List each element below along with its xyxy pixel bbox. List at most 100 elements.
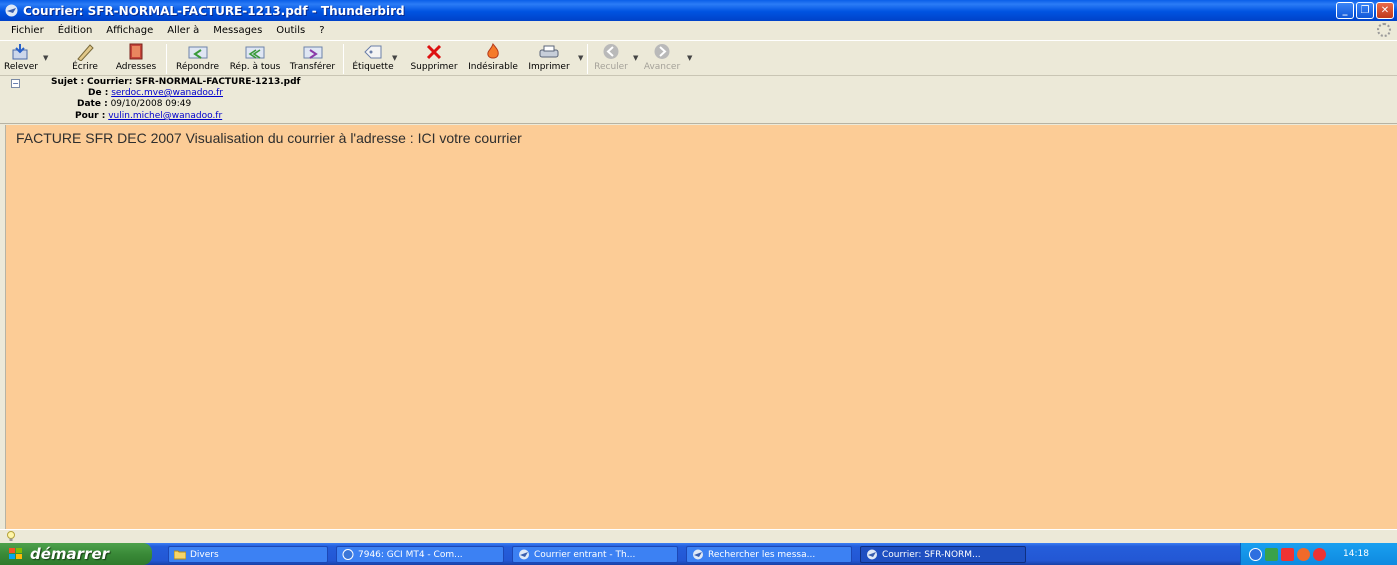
- toolbar-label: Supprimer: [410, 62, 458, 72]
- reply-all-icon: [244, 43, 266, 60]
- tag-icon: [362, 43, 384, 60]
- lightbulb-icon: [7, 531, 15, 541]
- indesirable-button[interactable]: Indésirable: [463, 41, 523, 75]
- message-body-text: FACTURE SFR DEC 2007 Visualisation du co…: [16, 130, 522, 146]
- alert-tray-icon[interactable]: [1313, 547, 1326, 561]
- to-address-link[interactable]: vulin.michel@wanadoo.fr: [108, 111, 222, 121]
- subject-row: Sujet : Courrier: SFR-NORMAL-FACTURE-121…: [51, 77, 300, 87]
- forward-icon: [302, 43, 324, 60]
- app-tray-icon[interactable]: [1265, 547, 1278, 561]
- from-label: De :: [88, 88, 109, 98]
- ecrire-button[interactable]: Écrire: [67, 41, 103, 75]
- menu-messages[interactable]: Messages: [206, 25, 269, 36]
- antivirus-tray-icon[interactable]: [1281, 547, 1294, 561]
- menu-affichage[interactable]: Affichage: [99, 25, 160, 36]
- window-controls: _ ❐ ✕: [1336, 2, 1394, 19]
- toolbar-label: Adresses: [115, 62, 157, 72]
- security-tray-icon[interactable]: [1297, 547, 1310, 561]
- window-title: Courrier: SFR-NORMAL-FACTURE-1213.pdf - …: [23, 3, 405, 18]
- toolbar-label: Relever: [4, 62, 38, 72]
- task-label: Courrier: SFR-NORM...: [882, 549, 981, 560]
- forward-arrow-icon: [651, 43, 673, 60]
- task-label: Rechercher les messa...: [708, 549, 816, 560]
- dropdown-arrow-icon[interactable]: ▼: [578, 54, 583, 62]
- toolbar-label: Avancer: [643, 62, 681, 72]
- junk-flame-icon: [482, 43, 504, 60]
- toolbar-separator: [343, 44, 344, 74]
- collapse-headers-icon[interactable]: −: [11, 79, 20, 88]
- reculer-button[interactable]: Reculer ▼: [591, 41, 638, 75]
- taskbar-item-divers[interactable]: Divers: [168, 546, 328, 563]
- dropdown-arrow-icon[interactable]: ▼: [687, 54, 692, 62]
- etiquette-button[interactable]: Étiquette ▼: [347, 41, 399, 75]
- repondre-button[interactable]: Répondre: [170, 41, 225, 75]
- relever-button[interactable]: Relever ▼: [1, 41, 48, 75]
- from-address-link[interactable]: serdoc.mve@wanadoo.fr: [111, 88, 223, 98]
- start-label: démarrer: [30, 545, 110, 563]
- start-button[interactable]: démarrer: [0, 543, 152, 565]
- menu-outils[interactable]: Outils: [269, 25, 312, 36]
- date-label: Date :: [77, 99, 108, 109]
- title-bar[interactable]: Courrier: SFR-NORMAL-FACTURE-1213.pdf - …: [0, 0, 1397, 21]
- toolbar-label: Écrire: [72, 62, 98, 72]
- subject-value: Courrier: SFR-NORMAL-FACTURE-1213.pdf: [87, 77, 301, 87]
- reply-icon: [187, 43, 209, 60]
- dropdown-arrow-icon[interactable]: ▼: [43, 54, 48, 62]
- transferer-button[interactable]: Transférer: [285, 41, 340, 75]
- menu-help[interactable]: ?: [312, 25, 331, 36]
- windows-logo-icon: [9, 548, 22, 559]
- maximize-button[interactable]: ❐: [1356, 2, 1374, 19]
- message-body-pane[interactable]: FACTURE SFR DEC 2007 Visualisation du co…: [5, 125, 1397, 529]
- from-row: De : serdoc.mve@wanadoo.fr: [88, 88, 223, 98]
- printer-icon: [538, 43, 560, 60]
- toolbar-separator: [166, 44, 167, 74]
- toolbar-label: Rép. à tous: [229, 62, 281, 72]
- main-toolbar: Relever ▼ Écrire Adresses Répondre Rép. …: [0, 40, 1397, 76]
- menu-aller-a[interactable]: Aller à: [160, 25, 206, 36]
- menu-fichier[interactable]: Fichier: [4, 25, 51, 36]
- menu-bar: Fichier Édition Affichage Aller à Messag…: [0, 21, 1397, 40]
- thunderbird-icon: [5, 4, 18, 17]
- taskbar: démarrer Divers 7946: GCI MT4 - Com... C…: [0, 543, 1397, 565]
- toolbar-label: Répondre: [175, 62, 220, 72]
- avancer-button[interactable]: Avancer ▼: [639, 41, 692, 75]
- taskbar-item-courrier-sfr[interactable]: Courrier: SFR-NORM...: [860, 546, 1026, 563]
- dropdown-arrow-icon[interactable]: ▼: [392, 54, 397, 62]
- toolbar-label: Imprimer: [528, 62, 570, 72]
- toolbar-label: Transférer: [289, 62, 336, 72]
- task-label: Divers: [190, 549, 219, 560]
- taskbar-item-courrier-entrant[interactable]: Courrier entrant - Th...: [512, 546, 678, 563]
- to-row: Pour : vulin.michel@wanadoo.fr: [75, 111, 222, 121]
- repondre-a-tous-button[interactable]: Rép. à tous: [225, 41, 285, 75]
- menu-edition[interactable]: Édition: [51, 25, 100, 36]
- task-label: Courrier entrant - Th...: [534, 549, 636, 560]
- minimize-button[interactable]: _: [1336, 2, 1354, 19]
- task-label: 7946: GCI MT4 - Com...: [358, 549, 463, 560]
- system-tray: 14:18: [1240, 543, 1397, 565]
- adresses-button[interactable]: Adresses: [109, 41, 163, 75]
- folder-icon: [174, 550, 186, 560]
- toolbar-label: Étiquette: [352, 62, 394, 72]
- status-bar: [0, 529, 1397, 543]
- delete-x-icon: [423, 43, 445, 60]
- toolbar-label: Indésirable: [468, 62, 518, 72]
- thunderbird-icon: [693, 549, 703, 560]
- browser-icon: [342, 549, 354, 560]
- address-book-icon: [125, 43, 147, 60]
- toolbar-label: Reculer: [594, 62, 628, 72]
- dropdown-arrow-icon[interactable]: ▼: [633, 54, 638, 62]
- taskbar-item-gci[interactable]: 7946: GCI MT4 - Com...: [336, 546, 504, 563]
- date-row: Date : 09/10/2008 09:49: [77, 99, 191, 109]
- clock: 14:18: [1343, 549, 1369, 559]
- thunderbird-icon: [519, 549, 529, 560]
- get-mail-icon: [10, 43, 32, 60]
- close-button[interactable]: ✕: [1376, 2, 1394, 19]
- thunderbird-icon: [867, 549, 877, 560]
- write-pencil-icon: [74, 43, 96, 61]
- taskbar-item-rechercher[interactable]: Rechercher les messa...: [686, 546, 852, 563]
- to-label: Pour :: [75, 111, 106, 121]
- network-tray-icon[interactable]: [1249, 547, 1262, 561]
- subject-label: Sujet :: [51, 77, 85, 87]
- supprimer-button[interactable]: Supprimer: [405, 41, 463, 75]
- imprimer-button[interactable]: Imprimer ▼: [523, 41, 583, 75]
